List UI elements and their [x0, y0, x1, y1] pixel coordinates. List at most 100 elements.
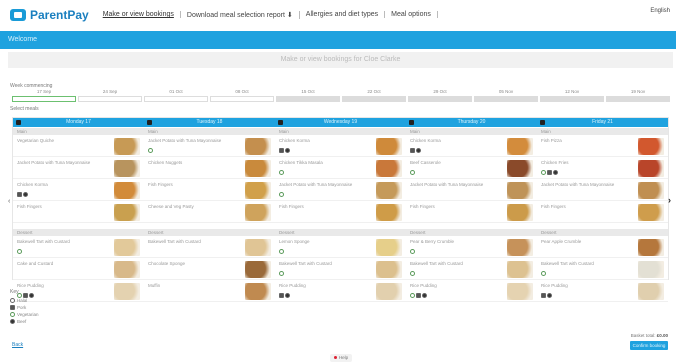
meal-option[interactable]: Jacket Potato with Tuna Mayonnaise [144, 136, 275, 157]
previous-day-arrow-icon[interactable]: ‹ [8, 198, 10, 205]
diet-icons [279, 192, 284, 197]
meal-name: Pear & Berry Crumble [410, 239, 455, 244]
meal-option[interactable]: Chicken Tikka Masala [275, 158, 406, 179]
pork-icon [17, 192, 22, 197]
back-link[interactable]: Back [12, 342, 23, 348]
week-option[interactable]: 24 Sep [78, 89, 142, 103]
meal-option[interactable]: Chicken Korma [406, 136, 537, 157]
day-name: Friday 21 [592, 119, 613, 125]
meal-option[interactable]: Bakewell Tart with Custard [406, 259, 537, 280]
vegetarian-icon [410, 170, 415, 175]
week-bar [210, 96, 274, 102]
dessert-section-header: Dessert [406, 229, 537, 236]
meal-option[interactable]: Beef Casserole [406, 158, 537, 179]
week-label: 24 Sep [102, 89, 118, 94]
basket-total-label: Basket total: [630, 333, 656, 338]
meal-photo [507, 239, 533, 256]
calendar-icon[interactable] [540, 120, 545, 125]
meal-option[interactable]: Chicken Korma [13, 180, 144, 201]
help-button[interactable]: Help [330, 354, 352, 362]
diet-icons [541, 293, 552, 298]
confirm-booking-button[interactable]: Confirm booking [630, 341, 668, 350]
meal-option[interactable]: Rice Pudding [537, 281, 668, 302]
week-option[interactable]: 01 Oct [144, 89, 208, 103]
pork-icon [279, 293, 284, 298]
week-option[interactable]: 19 Nov [606, 89, 670, 103]
main-section-header: Main [537, 128, 668, 135]
meal-option[interactable]: Bakewell Tart with Custard [537, 259, 668, 280]
meal-option[interactable]: Chocolate Sponge [144, 259, 275, 280]
meal-name: Chocolate Sponge [148, 261, 186, 266]
parentpay-logo[interactable]: ParentPay [10, 8, 89, 22]
week-option[interactable]: 12 Nov [540, 89, 604, 103]
meal-name: Chicken Korma [17, 182, 48, 187]
meal-option[interactable]: Fish Fingers [406, 202, 537, 223]
day-name: Thursday 20 [457, 119, 486, 125]
meal-option[interactable]: Bakewell Tart with Custard [13, 237, 144, 258]
week-option[interactable]: 08 Oct [210, 89, 274, 103]
meal-option[interactable]: Bakewell Tart with Custard [275, 259, 406, 280]
calendar-icon[interactable] [278, 120, 283, 125]
meal-photo [638, 261, 664, 278]
meal-photo [376, 283, 402, 300]
meal-option[interactable]: Pear & Berry Crumble [406, 237, 537, 258]
welcome-banner: Welcome [0, 31, 676, 49]
language-selector[interactable]: English [650, 8, 670, 14]
week-option[interactable]: 05 Nov [474, 89, 538, 103]
meal-photo [114, 261, 140, 278]
nav-meal-options[interactable]: Meal options [385, 11, 438, 18]
meal-option[interactable]: Cake and Custard [13, 259, 144, 280]
diet-icons [541, 271, 546, 276]
meal-option[interactable]: Jacket Potato with Tuna Mayonnaise [13, 158, 144, 179]
calendar-icon[interactable] [16, 120, 21, 125]
meal-option[interactable]: Lemon Sponge [275, 237, 406, 258]
calendar-icon[interactable] [409, 120, 414, 125]
meal-option[interactable]: Fish Fingers [144, 180, 275, 201]
key-label: Pork [17, 305, 27, 310]
meal-option[interactable]: Pear Apple Crumble [537, 237, 668, 258]
calendar-icon[interactable] [147, 120, 152, 125]
meal-option[interactable]: Muffin [144, 281, 275, 302]
week-label: 01 Oct [169, 89, 183, 94]
week-bar [276, 96, 340, 102]
week-option[interactable]: 15 Oct [276, 89, 340, 103]
meal-option[interactable]: Fish Pizza [537, 136, 668, 157]
meal-photo [638, 182, 664, 199]
diet-icons [148, 148, 153, 153]
meal-name: Bakewell Tart with Custard [17, 239, 70, 244]
meal-option[interactable]: Jacket Potato with Tuna Mayonnaise [406, 180, 537, 201]
week-option[interactable]: 17 Sep [12, 89, 76, 103]
nav-download-meal-report[interactable]: Download meal selection report ⬇ [181, 10, 300, 19]
meal-option[interactable]: Bakewell Tart with Custard [144, 237, 275, 258]
meal-option[interactable]: Cheese and Veg Pasty [144, 202, 275, 223]
nav-make-or-view-bookings[interactable]: Make or view bookings [97, 11, 181, 18]
meal-option[interactable]: Jacket Potato with Tuna Mayonnaise [275, 180, 406, 201]
meal-photo [114, 239, 140, 256]
beef-icon [10, 319, 15, 324]
meal-option[interactable]: Fish Fingers [275, 202, 406, 223]
week-option[interactable]: 29 Oct [408, 89, 472, 103]
week-option[interactable]: 22 Oct [342, 89, 406, 103]
week-label: 19 Nov [630, 89, 646, 94]
meal-option[interactable]: Chicken Nuggets [144, 158, 275, 179]
vegetarian-icon [148, 148, 153, 153]
key-label: Halal [17, 298, 28, 303]
meal-option[interactable]: Jacket Potato with Tuna Mayonnaise [537, 180, 668, 201]
meal-photo [507, 160, 533, 177]
meal-option[interactable]: Rice Pudding [275, 281, 406, 302]
meal-name: Lemon Sponge [279, 239, 310, 244]
meal-option[interactable]: Fish Fingers [13, 202, 144, 223]
meal-option[interactable]: Vegetarian Quiche [13, 136, 144, 157]
nav-allergies-diet-types[interactable]: Allergies and diet types [300, 11, 386, 18]
diet-icons [17, 249, 22, 254]
main-section-header: Main [275, 128, 406, 135]
week-label: 17 Sep [36, 89, 52, 94]
vegetarian-icon [279, 271, 284, 276]
meal-photo [245, 283, 271, 300]
meal-option[interactable]: Chicken Korma [275, 136, 406, 157]
next-day-arrow-icon[interactable]: › [668, 195, 671, 205]
meal-option[interactable]: Fish Fingers [537, 202, 668, 223]
meal-option[interactable]: Rice Pudding [406, 281, 537, 302]
meal-option[interactable]: Chicken Fries [537, 158, 668, 179]
dessert-section-header: Dessert [144, 229, 275, 236]
